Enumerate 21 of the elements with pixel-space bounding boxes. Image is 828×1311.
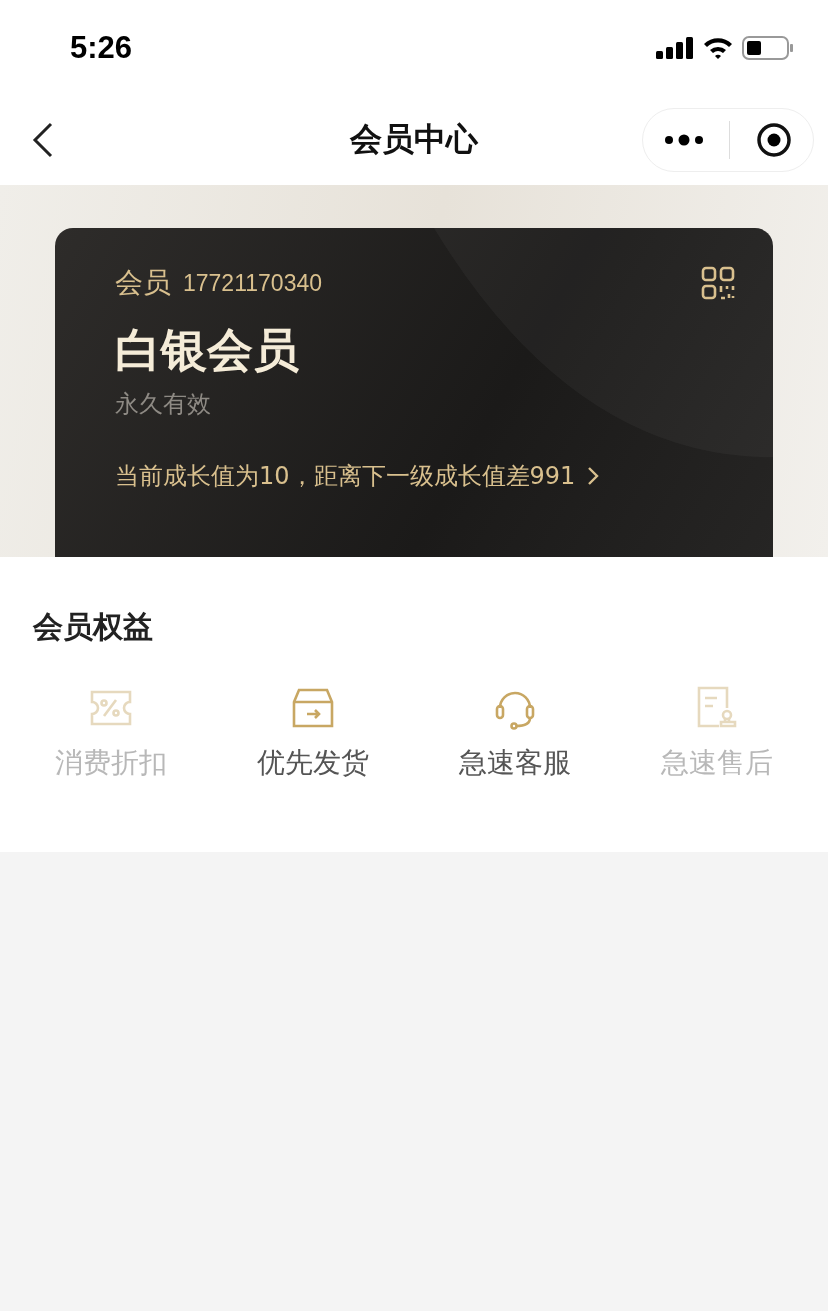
- signal-icon: [656, 36, 694, 59]
- back-icon[interactable]: [32, 122, 54, 158]
- qr-code-icon[interactable]: [701, 266, 735, 300]
- member-phone: 17721170340: [183, 269, 322, 297]
- benefit-item[interactable]: 优先发货: [212, 686, 414, 782]
- status-time: 5:26: [70, 29, 133, 66]
- close-icon[interactable]: [756, 122, 793, 158]
- box-icon: [291, 686, 335, 730]
- growth-link[interactable]: 当前成长值为10，距离下一级成长值差991: [115, 460, 735, 492]
- page-title: 会员中心: [350, 119, 478, 160]
- member-level: 白银会员: [115, 322, 300, 379]
- validity-text: 永久有效: [115, 389, 212, 420]
- wifi-icon: [702, 35, 734, 60]
- battery-icon: [742, 35, 794, 60]
- chevron-icon: [587, 466, 600, 486]
- member-label: 会员: [115, 265, 171, 301]
- more-icon[interactable]: [663, 134, 704, 146]
- section-title: 会员权益: [32, 608, 154, 646]
- member-card[interactable]: 会员 17721170340 白银会员 永久有效 当前成长值为10，距离下一级成长值差991: [55, 228, 773, 557]
- benefit-item[interactable]: 急速客服: [414, 686, 616, 782]
- document-stamp-icon: [695, 686, 739, 730]
